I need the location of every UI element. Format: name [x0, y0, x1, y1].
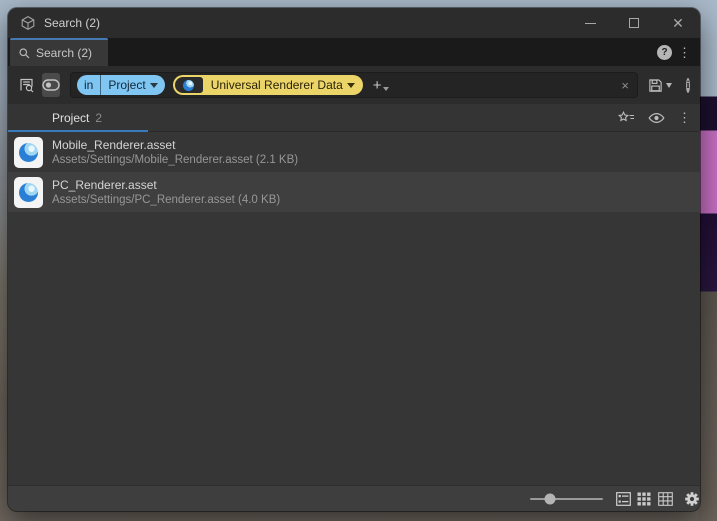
status-bar: [8, 485, 700, 511]
query-builder-toggle[interactable]: [42, 73, 60, 97]
save-search-button[interactable]: [648, 78, 672, 93]
slider-thumb[interactable]: [544, 493, 555, 504]
saved-searches-button[interactable]: [18, 73, 35, 97]
filter-area-dropdown[interactable]: Project: [101, 78, 164, 92]
maximize-button[interactable]: [612, 8, 656, 38]
add-filter-button[interactable]: +: [373, 78, 389, 93]
renderer-asset-icon: [19, 143, 38, 162]
result-text: PC_Renderer.asset Assets/Settings/PC_Ren…: [52, 178, 280, 206]
window-controls: ✕: [568, 8, 700, 38]
item-size-slider[interactable]: [530, 492, 603, 506]
tab-menu-button[interactable]: ⋮: [678, 46, 690, 59]
list-view-button[interactable]: [615, 491, 631, 507]
filter-prefix: in: [77, 78, 100, 92]
search-icon: [18, 47, 31, 60]
clear-search-button[interactable]: ×: [621, 73, 629, 97]
renderer-asset-icon: [19, 183, 38, 202]
tab-bar: Search (2) ? ⋮: [8, 38, 700, 66]
save-icon: [648, 78, 663, 93]
group-count: 2: [95, 111, 102, 125]
minimize-button[interactable]: [568, 8, 612, 38]
search-input[interactable]: in Project Universal Renderer Data + ×: [70, 72, 638, 98]
maximize-icon: [629, 18, 639, 28]
chevron-down-icon: [383, 87, 389, 91]
unity-logo-icon: [20, 15, 36, 31]
table-view-icon: [658, 492, 673, 506]
group-header-actions: ⋮: [618, 111, 700, 124]
filter-token-area[interactable]: in Project: [77, 75, 165, 95]
query-token-label: Universal Renderer Data: [203, 78, 347, 92]
favorites-filter-icon[interactable]: [618, 111, 635, 124]
chevron-down-icon: [150, 83, 158, 88]
result-title: Mobile_Renderer.asset: [52, 138, 298, 152]
result-path: Assets/Settings/Mobile_Renderer.asset (2…: [52, 154, 298, 166]
info-button[interactable]: i: [686, 78, 690, 93]
table-view-button[interactable]: [657, 491, 673, 507]
query-token-universal-renderer-data[interactable]: Universal Renderer Data: [173, 75, 363, 95]
tab-label: Search (2): [36, 46, 92, 60]
gear-icon: [684, 491, 700, 507]
chevron-down-icon: [666, 83, 672, 88]
result-path: Assets/Settings/PC_Renderer.asset (4.0 K…: [52, 194, 280, 206]
group-active-underline: [8, 130, 148, 132]
saved-query-icon: [18, 77, 35, 94]
result-row-mobile-renderer[interactable]: Mobile_Renderer.asset Assets/Settings/Mo…: [8, 132, 700, 172]
toggle-icon: [42, 79, 60, 91]
group-label: Project: [52, 111, 89, 125]
plus-icon: +: [373, 78, 382, 93]
token-icon-wrap: [175, 77, 203, 93]
close-icon: ✕: [672, 16, 684, 30]
unity-search-window: Search (2) ✕ Search (2) ? ⋮: [8, 8, 700, 511]
help-button[interactable]: ?: [657, 45, 672, 60]
title-bar[interactable]: Search (2) ✕: [8, 8, 700, 38]
filter-area-label: Project: [108, 78, 145, 92]
result-row-pc-renderer[interactable]: PC_Renderer.asset Assets/Settings/PC_Ren…: [8, 172, 700, 212]
minimize-icon: [585, 23, 596, 24]
preferences-button[interactable]: [684, 491, 700, 507]
grid-view-icon: [637, 492, 651, 506]
grid-view-button[interactable]: [636, 491, 652, 507]
window-title: Search (2): [44, 16, 100, 30]
tab-search[interactable]: Search (2): [10, 38, 108, 66]
asset-file-icon: [14, 137, 43, 168]
preview-eye-icon[interactable]: [648, 112, 665, 124]
renderer-asset-icon: [183, 80, 194, 91]
close-button[interactable]: ✕: [656, 8, 700, 38]
view-mode-buttons: [615, 491, 700, 507]
results-list: Mobile_Renderer.asset Assets/Settings/Mo…: [8, 132, 700, 485]
search-toolbar: in Project Universal Renderer Data + ×: [8, 66, 700, 104]
asset-file-icon: [14, 177, 43, 208]
results-group-header: Project 2 ⋮: [8, 104, 700, 132]
list-view-icon: [616, 492, 631, 506]
slider-track: [530, 498, 603, 500]
tab-bar-actions: ? ⋮: [657, 38, 700, 66]
background-windows-strip: [698, 0, 717, 521]
result-title: PC_Renderer.asset: [52, 178, 280, 192]
result-text: Mobile_Renderer.asset Assets/Settings/Mo…: [52, 138, 298, 166]
group-menu-button[interactable]: ⋮: [678, 111, 690, 124]
chevron-down-icon: [347, 83, 355, 88]
